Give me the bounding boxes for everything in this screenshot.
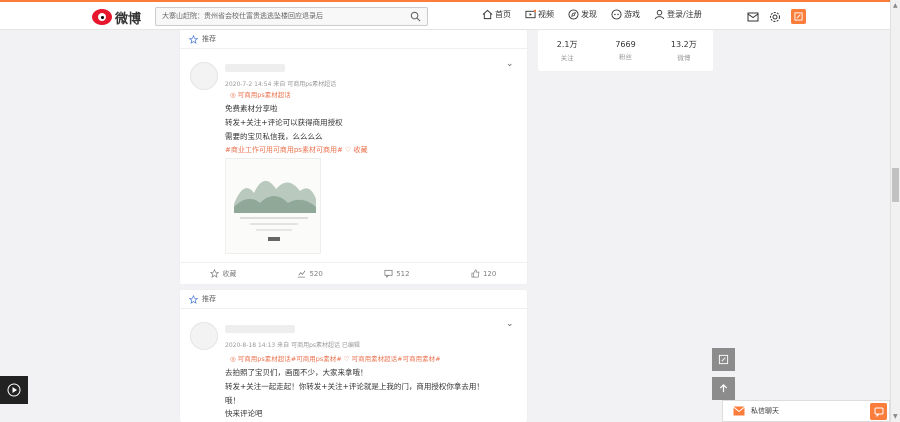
edit-icon xyxy=(718,354,729,365)
post-1-repost-button[interactable]: 520 xyxy=(267,263,354,284)
post-1-line-2: 转发+关注+评论可以获得商用授权 xyxy=(225,118,343,127)
nav-video-label: 视频 xyxy=(538,10,554,19)
float-compose-button[interactable] xyxy=(712,348,735,371)
stat-following-label: 关注 xyxy=(560,54,574,62)
nav-home-label: 首页 xyxy=(495,10,511,19)
post-1-favorite-button[interactable]: 收藏 xyxy=(180,263,267,284)
nav-game-label: 游戏 xyxy=(624,10,640,19)
home-icon xyxy=(482,9,493,20)
profile-stats-card: 2.1万 关注 7669 粉丝 13.2万 微博 xyxy=(538,30,713,71)
nav-login-label: 登录/注册 xyxy=(667,10,702,19)
play-icon xyxy=(7,383,21,397)
logo-text: 微博 xyxy=(115,11,142,27)
post-1-line-1: 免费素材分享啦 xyxy=(225,104,278,113)
scroll-up-arrow-icon[interactable]: ▲ xyxy=(893,2,898,9)
post-1-favorite-label: 收藏 xyxy=(222,269,237,278)
user-icon xyxy=(654,9,665,20)
video-play-button[interactable] xyxy=(0,376,28,404)
card-2-section-label: 推荐 xyxy=(202,295,216,303)
post-2-topic-tag[interactable]: ◎ 可商用ps素材超话#可商用ps素材# ♡ 可商用素材超话#可商用素材# xyxy=(230,353,441,363)
star-icon xyxy=(189,34,198,44)
nav-video[interactable]: 视频 xyxy=(525,9,554,20)
landscape-poster-image xyxy=(226,159,320,253)
post-1-comment-button[interactable]: 512 xyxy=(354,263,441,284)
stat-followers[interactable]: 7669 粉丝 xyxy=(596,30,654,71)
game-icon xyxy=(611,9,622,20)
discover-icon xyxy=(568,9,579,20)
stat-posts[interactable]: 13.2万 微博 xyxy=(655,30,713,71)
post-1-hashtag-links[interactable]: #商业工作可用可商用ps素材可商用# ♡ 收藏 xyxy=(225,145,368,155)
post-2-meta: 2020-8-18 14:13 来自 可商用ps素材超话 已编辑 xyxy=(225,342,360,349)
comment-icon xyxy=(384,269,393,278)
card-1-section-label: 推荐 xyxy=(202,35,216,43)
post-1-actions: 收藏 520 512 120 xyxy=(180,262,527,284)
thumbs-up-icon xyxy=(471,269,480,278)
card-1-header: 推荐 xyxy=(180,30,527,49)
post-1-username[interactable] xyxy=(225,64,285,72)
chat-open-button[interactable] xyxy=(870,403,887,420)
envelope-icon xyxy=(733,406,745,416)
nav-discover-label: 发现 xyxy=(581,10,597,19)
post-2-chevron-down-icon[interactable]: ⌄ xyxy=(506,319,514,329)
post-1-like-count: 120 xyxy=(482,269,497,278)
post-1-repost-count: 520 xyxy=(309,269,323,278)
top-navbar: 微博 大寨山赶院：贵州省会校仕富贵逃逃坠楼回应退录后 首页 视频 发现 游戏 登… xyxy=(0,0,890,30)
private-chat-bar[interactable]: 私信聊天 xyxy=(722,400,890,422)
edit-icon xyxy=(794,12,803,21)
post-2-line-3: 哦！ xyxy=(225,396,240,405)
gear-icon[interactable] xyxy=(769,11,781,23)
page-scrollbar[interactable]: ▲ ▼ xyxy=(890,0,900,422)
stat-following[interactable]: 2.1万 关注 xyxy=(538,30,596,71)
post-2-line-4: 快来评论吧 xyxy=(225,409,263,418)
repost-icon xyxy=(298,270,306,278)
back-to-top-button[interactable] xyxy=(712,377,735,400)
search-icon[interactable] xyxy=(410,11,421,22)
stat-posts-value: 13.2万 xyxy=(670,40,697,49)
weibo-logo[interactable]: 微博 xyxy=(92,7,141,27)
post-2-username[interactable] xyxy=(225,325,295,333)
post-1-chevron-down-icon[interactable]: ⌄ xyxy=(506,59,514,69)
search-input[interactable]: 大寨山赶院：贵州省会校仕富贵逃逃坠楼回应退录后 xyxy=(162,11,402,21)
search-box[interactable]: 大寨山赶院：贵州省会校仕富贵逃逃坠楼回应退录后 xyxy=(155,7,428,26)
star-outline-icon xyxy=(210,269,220,278)
compose-button[interactable] xyxy=(791,9,806,24)
post-1-comment-count: 512 xyxy=(396,269,410,278)
star-icon xyxy=(189,294,198,304)
video-icon xyxy=(525,9,536,19)
main-nav: 首页 视频 发现 游戏 登录/注册 xyxy=(482,9,716,20)
stat-posts-label: 微博 xyxy=(677,54,691,62)
post-2-line-1: 去拍照了宝贝们，画面不少，大家来拿哦！ xyxy=(225,368,368,377)
arrow-up-icon xyxy=(719,383,728,393)
post-1-avatar[interactable] xyxy=(190,62,218,90)
stat-following-value: 2.1万 xyxy=(556,40,578,49)
mail-icon[interactable] xyxy=(747,11,759,23)
nav-login[interactable]: 登录/注册 xyxy=(654,9,702,20)
post-1-image[interactable] xyxy=(225,158,321,254)
nav-home[interactable]: 首页 xyxy=(482,9,511,20)
post-2-topic-text: 可商用ps素材超话#可商用ps素材# ♡ 可商用素材超话#可商用素材# xyxy=(237,355,441,363)
nav-discover[interactable]: 发现 xyxy=(568,9,597,20)
chat-label: 私信聊天 xyxy=(751,407,779,415)
nav-game[interactable]: 游戏 xyxy=(611,9,640,20)
stat-followers-value: 7669 xyxy=(615,40,636,49)
post-1-like-button[interactable]: 120 xyxy=(440,263,527,284)
post-1-line-3: 需要的宝贝私信我，么么么么 xyxy=(225,132,323,141)
post-2-line-2: 转发+关注一起走起！你转发+关注+评论就是上我的门，商用授权你拿去用！ xyxy=(225,382,484,391)
post-1-topic-text: 可商用ps素材超话 xyxy=(237,91,291,99)
post-2-avatar[interactable] xyxy=(190,322,218,350)
scroll-thumb[interactable] xyxy=(892,168,899,202)
stat-followers-label: 粉丝 xyxy=(618,53,632,61)
post-1-meta: 2020-7-2 14:54 来自 可商用ps素材超话 xyxy=(225,81,337,88)
weibo-logo-icon xyxy=(92,9,112,25)
nav-right-tools xyxy=(747,9,806,24)
scroll-down-arrow-icon[interactable]: ▼ xyxy=(893,413,898,420)
chat-bubble-icon xyxy=(874,407,883,417)
post-1-topic-tag[interactable]: ◎ 可商用ps素材超话 xyxy=(230,89,291,99)
card-2-header: 推荐 xyxy=(180,290,527,309)
